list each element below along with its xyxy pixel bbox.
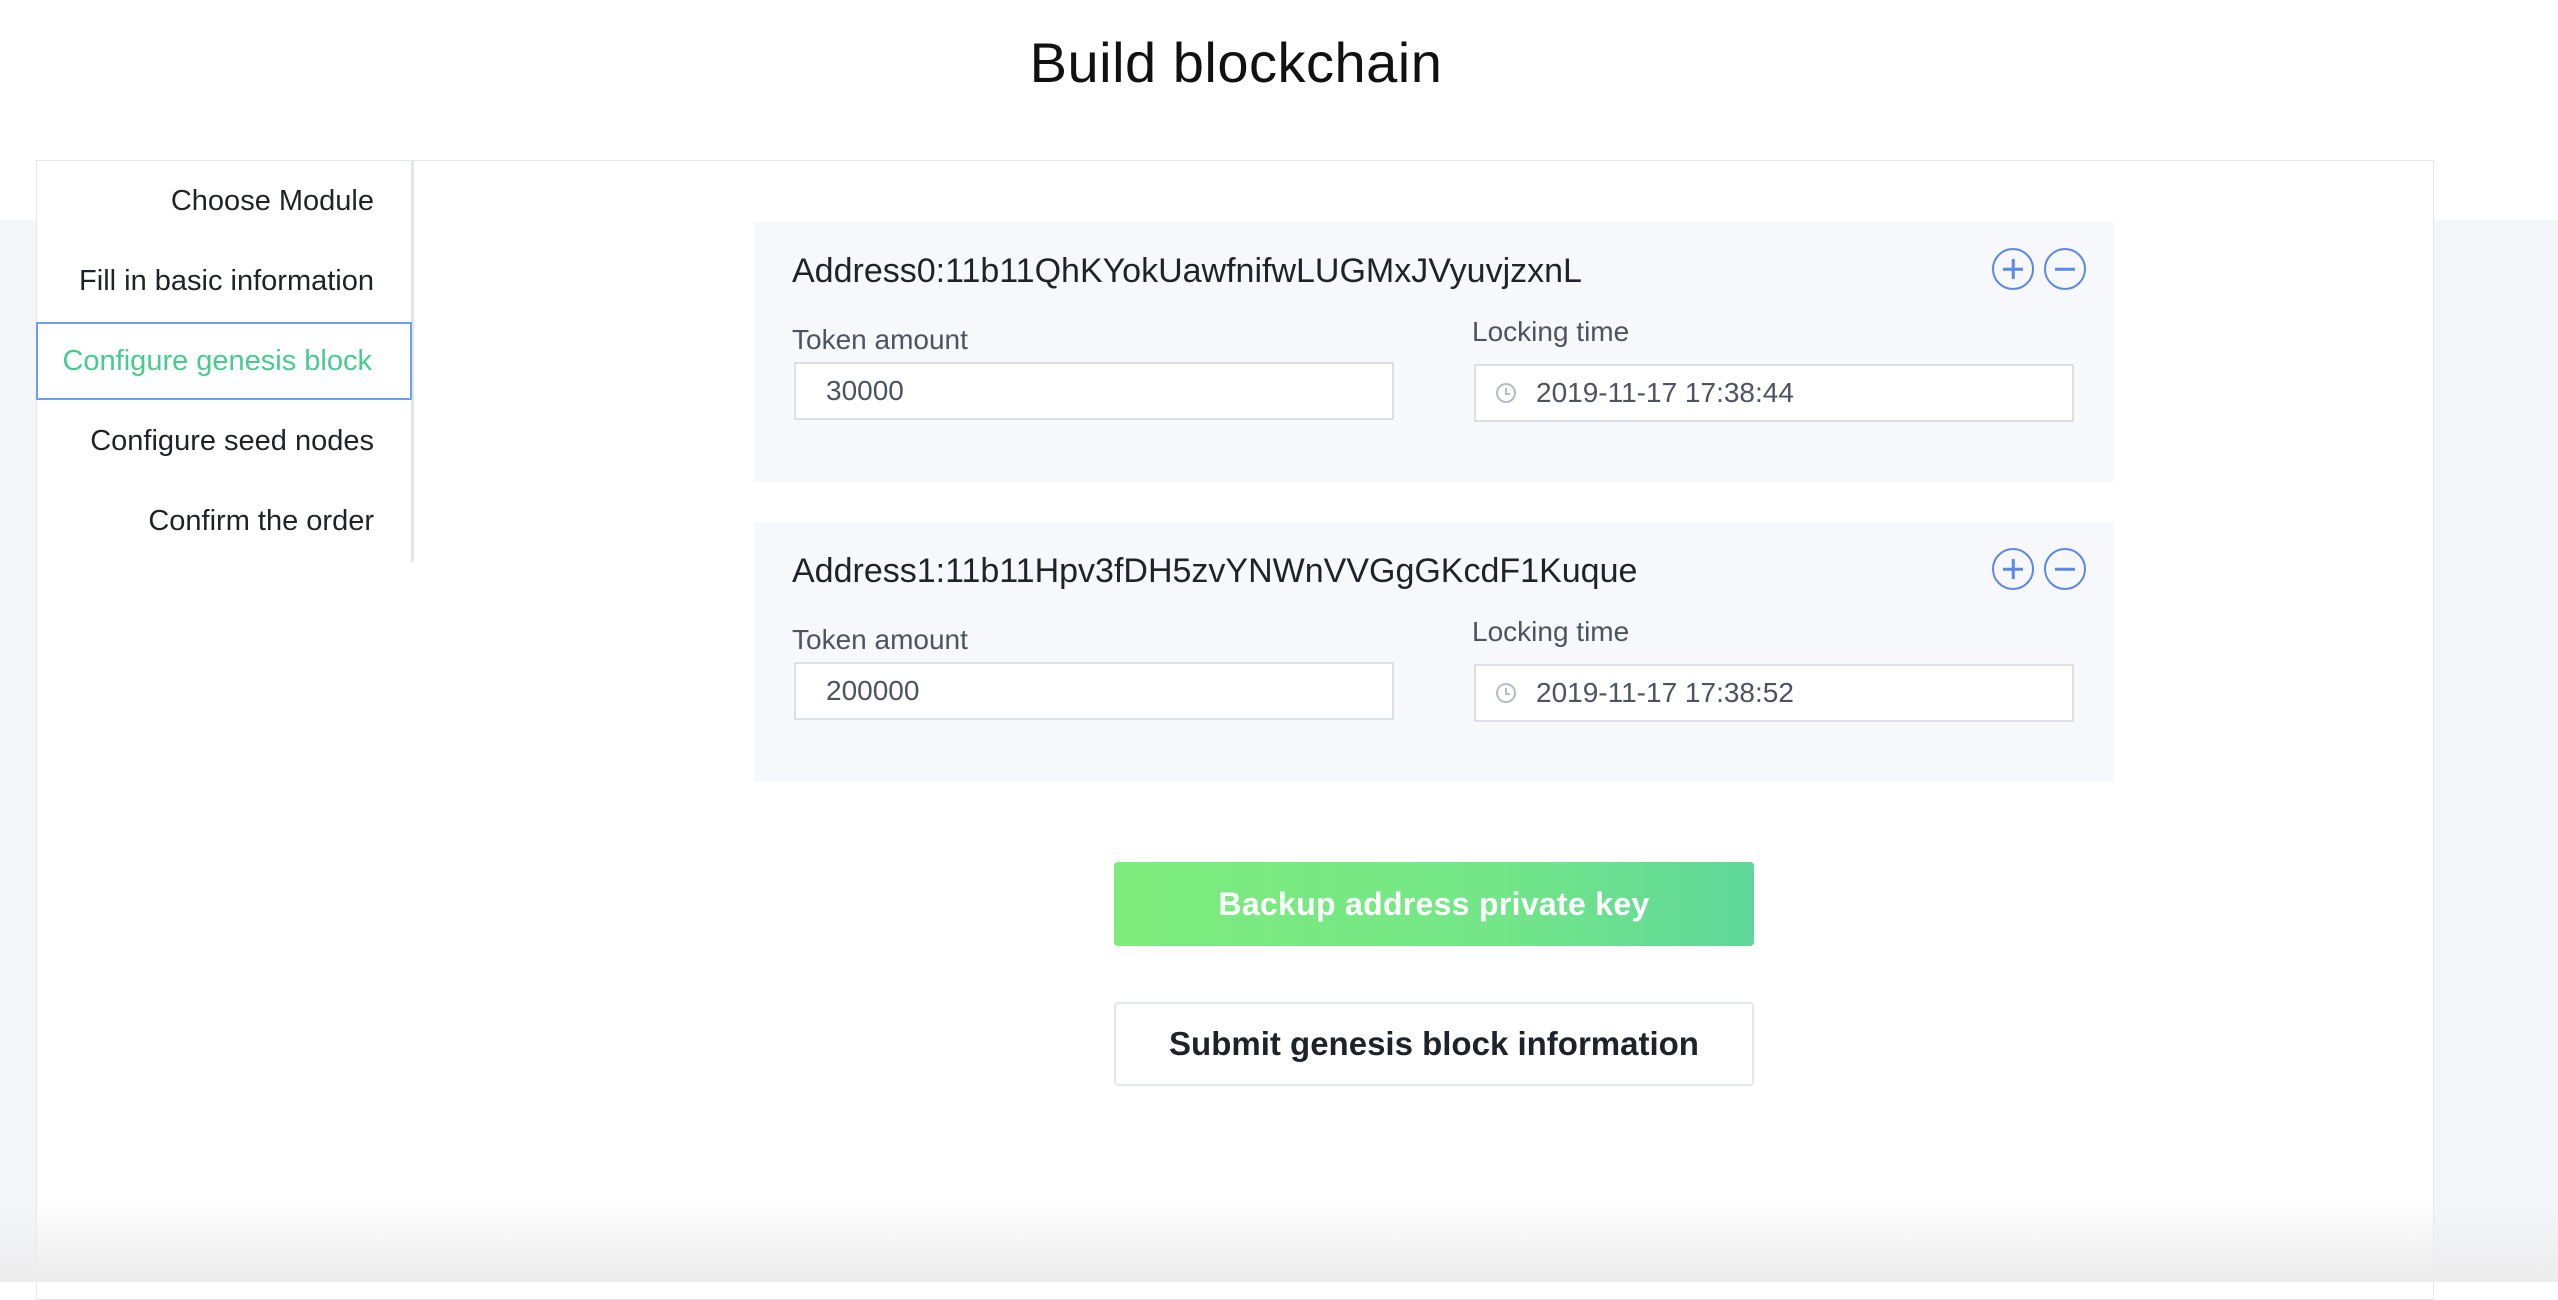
add-address-button[interactable] [1992,548,2034,590]
step-choose-module[interactable]: Choose Module [36,162,412,240]
page-title: Build blockchain [1029,31,1443,94]
address-label: Address1:11b11Hpv3fDH5zvYNWnVVGgGKcdF1Ku… [792,552,1638,590]
remove-address-button[interactable] [2044,248,2086,290]
genesis-address-card: Address1:11b11Hpv3fDH5zvYNWnVVGgGKcdF1Ku… [754,522,2114,782]
step-navigation: Choose Module Fill in basic information … [36,160,414,562]
step-configure-genesis-block[interactable]: Configure genesis block [36,322,412,400]
backup-private-key-button[interactable]: Backup address private key [1114,862,1754,946]
locking-time-label: Locking time [1472,616,1630,647]
genesis-address-card: Address0:11b11QhKYokUawfnifwLUGMxJVyuvjz… [754,222,2114,482]
token-amount-label: Token amount [792,324,968,355]
step-fill-basic-information[interactable]: Fill in basic information [36,242,412,320]
remove-address-button[interactable] [2044,548,2086,590]
token-amount-value: 200000 [826,675,920,706]
add-address-button[interactable] [1992,248,2034,290]
bottom-shadow [0,1200,2558,1282]
token-amount-input[interactable]: 30000 [794,362,1394,420]
token-amount-value: 30000 [826,375,904,406]
step-configure-seed-nodes[interactable]: Configure seed nodes [36,402,412,480]
token-amount-input[interactable]: 200000 [794,662,1394,720]
token-amount-label: Token amount [792,624,968,655]
locking-time-label: Locking time [1472,316,1630,347]
locking-time-picker[interactable]: 2019-11-17 17:38:52 [1474,664,2074,722]
step-confirm-order[interactable]: Confirm the order [36,482,412,560]
locking-time-picker[interactable]: 2019-11-17 17:38:44 [1474,364,2074,422]
submit-genesis-block-button[interactable]: Submit genesis block information [1114,1002,1754,1086]
clock-icon [1496,383,1516,403]
clock-icon [1496,683,1516,703]
locking-time-value: 2019-11-17 17:38:44 [1536,377,1794,408]
locking-time-value: 2019-11-17 17:38:52 [1536,677,1794,708]
address-label: Address0:11b11QhKYokUawfnifwLUGMxJVyuvjz… [792,252,1582,290]
